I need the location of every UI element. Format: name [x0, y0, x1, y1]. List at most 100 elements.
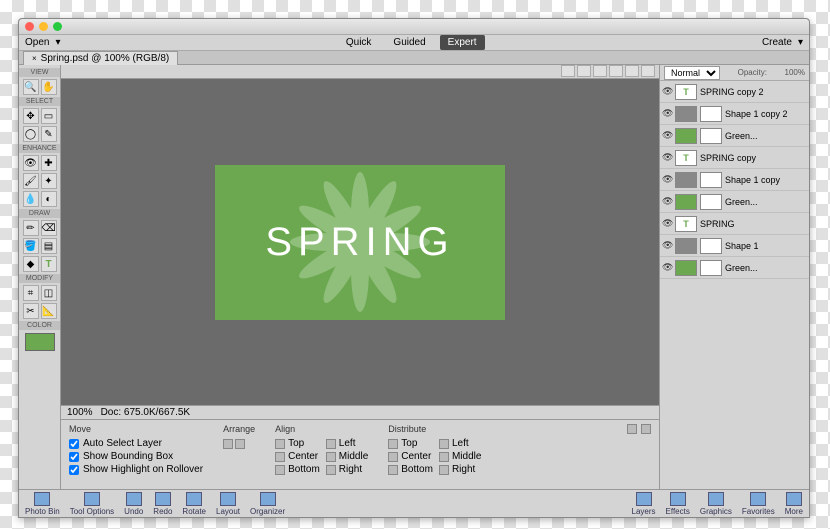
panel-icon[interactable]: [561, 65, 575, 77]
layer-row[interactable]: 👁TSPRING copy 2: [660, 81, 809, 103]
bottombar-layers[interactable]: Layers: [632, 492, 656, 516]
highlight-checkbox[interactable]: Show Highlight on Rollover: [69, 464, 203, 475]
mode-quick[interactable]: Quick: [338, 35, 380, 50]
bottombar-undo[interactable]: Undo: [124, 492, 143, 516]
content-tool[interactable]: ✂: [23, 303, 39, 319]
mode-guided[interactable]: Guided: [385, 35, 433, 50]
align-option[interactable]: Top: [275, 438, 320, 449]
close-tab-icon[interactable]: ×: [32, 54, 37, 63]
recompose-tool[interactable]: ◫: [41, 285, 57, 301]
panel-icon[interactable]: [609, 65, 623, 77]
type-tool[interactable]: T: [41, 256, 57, 272]
panel-icon[interactable]: [625, 65, 639, 77]
brush-tool[interactable]: 🖌: [23, 173, 39, 189]
opacity-value[interactable]: 100%: [785, 68, 805, 77]
blur-tool[interactable]: 💧: [23, 191, 39, 207]
align-option[interactable]: Center: [275, 451, 320, 462]
lasso-tool[interactable]: ◯: [23, 126, 39, 142]
zoom-level[interactable]: 100%: [67, 407, 93, 418]
panel-minimize-icon[interactable]: [627, 424, 637, 434]
bottombar-tool-options[interactable]: Tool Options: [70, 492, 114, 516]
move-tool[interactable]: ✥: [23, 108, 39, 124]
align-option[interactable]: Bottom: [388, 464, 433, 475]
align-option[interactable]: Right: [439, 464, 481, 475]
shape-tool[interactable]: ◆: [23, 256, 39, 272]
visibility-icon[interactable]: 👁: [662, 130, 672, 141]
layer-row[interactable]: 👁Green...: [660, 125, 809, 147]
panel-icon[interactable]: [577, 65, 591, 77]
layer-name: Green...: [725, 263, 807, 273]
visibility-icon[interactable]: 👁: [662, 218, 672, 229]
layer-row[interactable]: 👁TSPRING copy: [660, 147, 809, 169]
arrange-icon[interactable]: [235, 439, 245, 449]
marquee-tool[interactable]: ▭: [41, 108, 57, 124]
bottombar-rotate[interactable]: Rotate: [182, 492, 206, 516]
panel-icon[interactable]: [641, 65, 655, 77]
pencil-tool[interactable]: ✏: [23, 220, 39, 236]
align-option[interactable]: Right: [326, 464, 368, 475]
foreground-color-swatch[interactable]: [25, 333, 55, 351]
open-dropdown-icon[interactable]: ▾: [55, 37, 60, 48]
visibility-icon[interactable]: 👁: [662, 262, 672, 273]
canvas-viewport[interactable]: SPRING: [61, 79, 659, 405]
auto-select-checkbox[interactable]: Auto Select Layer: [69, 438, 203, 449]
align-option[interactable]: Bottom: [275, 464, 320, 475]
minimize-icon[interactable]: [39, 22, 48, 31]
gradient-tool[interactable]: ▤: [41, 238, 57, 254]
create-menu[interactable]: Create: [762, 37, 792, 48]
visibility-icon[interactable]: 👁: [662, 174, 672, 185]
bottombar-redo[interactable]: Redo: [153, 492, 172, 516]
bottombar-more[interactable]: More: [785, 492, 803, 516]
quickselect-tool[interactable]: ✎: [41, 126, 57, 142]
bottombar-favorites[interactable]: Favorites: [742, 492, 775, 516]
bounding-box-checkbox[interactable]: Show Bounding Box: [69, 451, 203, 462]
close-icon[interactable]: [25, 22, 34, 31]
align-option[interactable]: Middle: [439, 451, 481, 462]
layer-row[interactable]: 👁Shape 1 copy: [660, 169, 809, 191]
zoom-tool[interactable]: 🔍: [23, 79, 39, 95]
create-dropdown-icon[interactable]: ▾: [798, 37, 803, 48]
sponge-tool[interactable]: ◐: [41, 191, 57, 207]
blend-mode-select[interactable]: Normal: [664, 66, 720, 80]
visibility-icon[interactable]: 👁: [662, 108, 672, 119]
align-option[interactable]: Left: [439, 438, 481, 449]
mode-expert[interactable]: Expert: [440, 35, 485, 50]
distribute-label: Distribute: [388, 424, 481, 434]
artboard: SPRING: [215, 165, 505, 320]
layer-row[interactable]: 👁Shape 1: [660, 235, 809, 257]
panel-menu-icon[interactable]: [641, 424, 651, 434]
layer-row[interactable]: 👁TSPRING: [660, 213, 809, 235]
fill-tool[interactable]: 🪣: [23, 238, 39, 254]
panel-icon[interactable]: [593, 65, 607, 77]
align-option[interactable]: Center: [388, 451, 433, 462]
layer-row[interactable]: 👁Green...: [660, 191, 809, 213]
visibility-icon[interactable]: 👁: [662, 152, 672, 163]
eye-tool[interactable]: 👁: [23, 155, 39, 171]
layer-row[interactable]: 👁 Green...: [660, 257, 809, 279]
eraser-tool[interactable]: ⌫: [41, 220, 57, 236]
align-option[interactable]: Left: [326, 438, 368, 449]
visibility-icon[interactable]: 👁: [662, 240, 672, 251]
bottombar-organizer[interactable]: Organizer: [250, 492, 285, 516]
align-label: Align: [275, 424, 368, 434]
straighten-tool[interactable]: 📐: [41, 303, 57, 319]
bottombar-effects[interactable]: Effects: [666, 492, 690, 516]
bottombar-graphics[interactable]: Graphics: [700, 492, 732, 516]
crop-tool[interactable]: ⌗: [23, 285, 39, 301]
visibility-icon[interactable]: 👁: [662, 86, 672, 97]
bottombar-photo-bin[interactable]: Photo Bin: [25, 492, 60, 516]
smart-tool[interactable]: ✦: [41, 173, 57, 189]
bottombar-layout[interactable]: Layout: [216, 492, 240, 516]
hand-tool[interactable]: ✋: [41, 79, 57, 95]
zoom-icon[interactable]: [53, 22, 62, 31]
layer-row[interactable]: 👁Shape 1 copy 2: [660, 103, 809, 125]
panel-icon-strip: [561, 65, 655, 78]
visibility-icon[interactable]: 👁: [662, 196, 672, 207]
spot-tool[interactable]: ✚: [41, 155, 57, 171]
layer-mask-thumb: [700, 260, 722, 276]
align-option[interactable]: Middle: [326, 451, 368, 462]
document-tab[interactable]: × Spring.psd @ 100% (RGB/8): [23, 51, 178, 65]
open-menu[interactable]: Open: [25, 37, 49, 48]
align-option[interactable]: Top: [388, 438, 433, 449]
arrange-icon[interactable]: [223, 439, 233, 449]
